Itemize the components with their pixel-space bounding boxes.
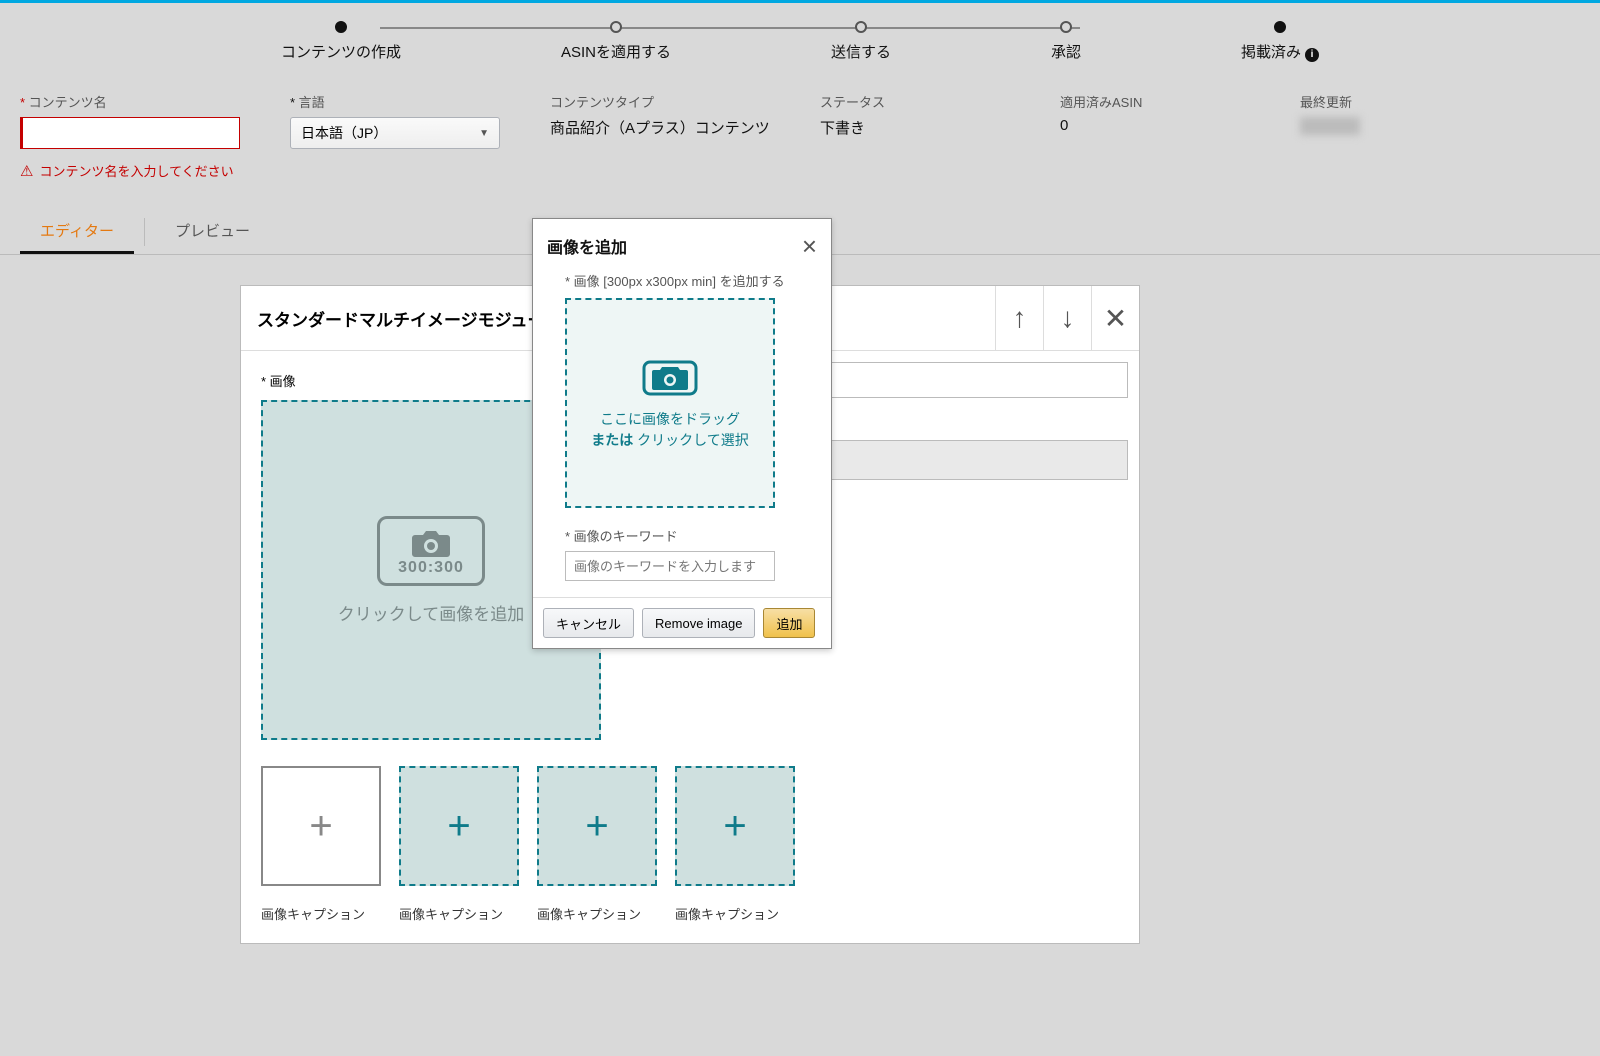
- step-label: 掲載済みi: [1241, 41, 1319, 62]
- thumbnail-slot[interactable]: +: [675, 766, 795, 886]
- plus-icon: +: [723, 804, 746, 849]
- step-circle: [610, 21, 622, 33]
- add-button[interactable]: 追加: [763, 608, 815, 638]
- camera-icon: 300:300: [377, 516, 485, 586]
- progress-steps: コンテンツの作成 ASINを適用する 送信する 承認 掲載済みi: [0, 3, 1600, 72]
- caption-label: 画像キャプション: [537, 904, 657, 923]
- thumbnail-slot[interactable]: +: [261, 766, 381, 886]
- caption-label: 画像キャプション: [675, 904, 795, 923]
- plus-icon: +: [585, 804, 608, 849]
- remove-image-button[interactable]: Remove image: [642, 608, 755, 638]
- content-type-value: 商品紹介（Aプラス）コンテンツ: [550, 117, 780, 138]
- content-name-input[interactable]: [20, 117, 240, 149]
- dropzone-text: ここに画像をドラッグ または クリックして選択: [591, 409, 748, 451]
- image-ratio: 300:300: [398, 559, 464, 577]
- step-label: 承認: [1051, 41, 1081, 62]
- image-size-label: * 画像 [300px x300px min] を追加する: [565, 271, 799, 290]
- caption-label: 画像キャプション: [399, 904, 519, 923]
- plus-icon: +: [447, 804, 470, 849]
- step-circle: [855, 21, 867, 33]
- thumbnail-slot[interactable]: +: [399, 766, 519, 886]
- step-circle: [1274, 21, 1286, 33]
- add-image-modal: 画像を追加 × * 画像 [300px x300px min] を追加する ここ…: [532, 218, 832, 649]
- step-label: コンテンツの作成: [281, 41, 401, 62]
- language-label: 言語: [290, 92, 510, 111]
- status-value: 下書き: [820, 117, 1020, 138]
- info-icon[interactable]: i: [1305, 48, 1319, 62]
- module-title: スタンダードマルチイメージモジュール: [241, 288, 577, 349]
- camera-icon: [642, 356, 698, 399]
- language-select[interactable]: 日本語（JP）▼: [290, 117, 500, 149]
- updated-value-redacted: [1300, 117, 1360, 135]
- step-label: 送信する: [831, 41, 891, 62]
- keyword-input[interactable]: [565, 551, 775, 581]
- close-icon[interactable]: ×: [802, 233, 817, 259]
- tab-editor[interactable]: エディター: [20, 210, 134, 254]
- content-type-label: コンテンツタイプ: [550, 92, 780, 111]
- caption-label: 画像キャプション: [261, 904, 381, 923]
- step-circle: [1060, 21, 1072, 33]
- thumbnail-slot[interactable]: +: [537, 766, 657, 886]
- dropzone-text: クリックして画像を追加: [338, 600, 525, 625]
- status-label: ステータス: [820, 92, 1020, 111]
- move-up-button[interactable]: ↑: [995, 286, 1043, 350]
- tab-preview[interactable]: プレビュー: [155, 210, 270, 254]
- asin-label: 適用済みASIN: [1060, 92, 1260, 111]
- remove-module-button[interactable]: ✕: [1091, 286, 1139, 350]
- modal-title: 画像を追加: [547, 234, 627, 258]
- chevron-down-icon: ▼: [479, 128, 489, 139]
- move-down-button[interactable]: ↓: [1043, 286, 1091, 350]
- cancel-button[interactable]: キャンセル: [543, 608, 634, 638]
- warning-icon: ⚠: [20, 162, 33, 180]
- updated-label: 最終更新: [1300, 92, 1360, 111]
- plus-icon: +: [309, 804, 332, 849]
- step-label: ASINを適用する: [561, 41, 671, 62]
- content-name-error: ⚠コンテンツ名を入力してください: [20, 161, 250, 180]
- keyword-label: * 画像のキーワード: [565, 526, 799, 545]
- step-circle: [335, 21, 347, 33]
- asin-value: 0: [1060, 117, 1260, 134]
- modal-dropzone[interactable]: ここに画像をドラッグ または クリックして選択: [565, 298, 775, 508]
- content-name-label: コンテンツ名: [20, 92, 250, 111]
